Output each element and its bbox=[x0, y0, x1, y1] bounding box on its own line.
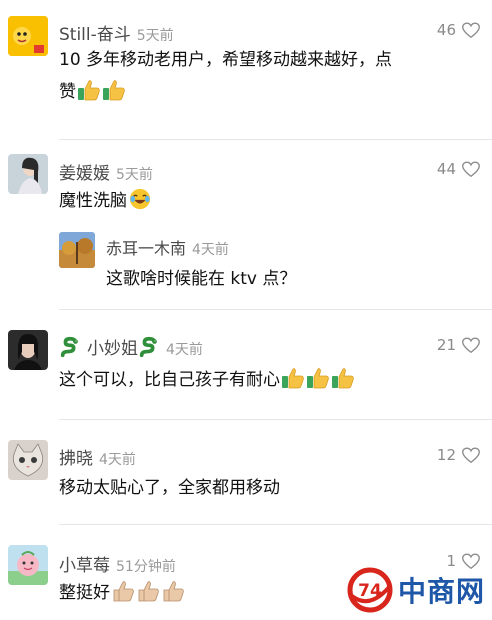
like-button[interactable]: 44 bbox=[437, 160, 480, 178]
comment-text-line: 10 多年移动老用户，希望移动越来越好，点 bbox=[59, 50, 393, 70]
thumbs-up-emoji-icon bbox=[102, 79, 126, 101]
username-text[interactable]: 小妙姐 bbox=[87, 339, 138, 359]
comment-item: 小妙姐 4天前 21 这个可以，比自己孩子有耐心 bbox=[0, 310, 492, 420]
username-text[interactable]: 姜媛媛 bbox=[59, 164, 110, 184]
watermark-text: 中商网 bbox=[398, 575, 486, 608]
heart-outline-icon[interactable] bbox=[462, 161, 480, 178]
timestamp: 51分钟前 bbox=[116, 559, 176, 575]
username-text[interactable]: Still-奋斗 bbox=[59, 25, 131, 45]
comment-item: 姜媛媛 5天前 44 魔性洗脑 赤耳一木南 4天前 这歌啥时候能在 ktv 点？ bbox=[0, 140, 492, 310]
comment-text-line: 赞 bbox=[59, 76, 452, 108]
like-count: 44 bbox=[436, 160, 456, 178]
avatar[interactable] bbox=[8, 545, 48, 585]
reply-text: 这歌啥时候能在 ktv 点？ bbox=[106, 269, 297, 289]
like-button[interactable]: 46 bbox=[437, 21, 480, 39]
comment-text: 魔性洗脑 bbox=[59, 185, 422, 217]
username[interactable]: 姜媛媛 5天前 bbox=[59, 159, 153, 184]
avatar[interactable] bbox=[8, 16, 48, 56]
heart-outline-icon[interactable] bbox=[462, 447, 480, 464]
comment-item: Still-奋斗 5天前 46 10 多年移动老用户，希望移动越来越好，点 赞 bbox=[0, 0, 492, 140]
timestamp: 4天前 bbox=[166, 342, 203, 358]
thumbs-up-emoji-icon bbox=[331, 367, 355, 389]
comment-text: 这个可以，比自己孩子有耐心 bbox=[59, 364, 472, 396]
comment-item: 拂晓 4天前 12 移动太贴心了，全家都用移动 bbox=[0, 420, 492, 525]
avatar[interactable] bbox=[8, 440, 48, 480]
snake-emoji-icon bbox=[59, 336, 81, 358]
username[interactable]: 小妙姐 4天前 bbox=[59, 334, 203, 359]
svg-text:74: 74 bbox=[358, 581, 382, 601]
avatar[interactable] bbox=[8, 154, 48, 194]
reply-username-text[interactable]: 赤耳一木南 bbox=[106, 239, 186, 258]
thumbs-up-emoji-icon bbox=[111, 580, 135, 602]
reply-avatar[interactable] bbox=[59, 232, 95, 268]
username-text[interactable]: 拂晓 bbox=[59, 449, 93, 469]
avatar[interactable] bbox=[8, 330, 48, 370]
timestamp: 4天前 bbox=[99, 452, 136, 468]
comment-text: 移动太贴心了，全家都用移动 bbox=[59, 478, 280, 498]
thumbs-up-emoji-icon bbox=[161, 580, 185, 602]
thumbs-up-emoji-icon bbox=[281, 367, 305, 389]
snake-emoji-icon bbox=[138, 336, 160, 358]
like-button[interactable]: 21 bbox=[437, 336, 480, 354]
like-count: 46 bbox=[436, 21, 456, 39]
watermark: 74 中商网 bbox=[346, 566, 485, 614]
like-count: 21 bbox=[436, 336, 456, 354]
comment-text: 10 多年移动老用户，希望移动越来越好，点 赞 bbox=[59, 44, 452, 108]
timestamp: 5天前 bbox=[116, 167, 153, 183]
thumbs-up-emoji-icon bbox=[77, 79, 101, 101]
username[interactable]: 小草莓 51分钟前 bbox=[59, 551, 176, 576]
username[interactable]: 拂晓 4天前 bbox=[59, 444, 136, 469]
like-count: 12 bbox=[436, 446, 456, 464]
like-button[interactable]: 12 bbox=[437, 446, 480, 464]
thumbs-up-emoji-icon bbox=[306, 367, 330, 389]
reply-username[interactable]: 赤耳一木南 4天前 bbox=[106, 235, 229, 259]
heart-outline-icon[interactable] bbox=[462, 337, 480, 354]
watermark-logo-icon: 74 bbox=[347, 567, 393, 613]
username-text[interactable]: 小草莓 bbox=[59, 556, 110, 576]
thumbs-up-emoji-icon bbox=[136, 580, 160, 602]
username[interactable]: Still-奋斗 5天前 bbox=[59, 20, 174, 45]
laughing-crying-emoji-icon bbox=[128, 188, 152, 210]
timestamp: 5天前 bbox=[136, 28, 174, 44]
reply-timestamp: 4天前 bbox=[192, 242, 229, 258]
heart-outline-icon[interactable] bbox=[462, 22, 480, 39]
